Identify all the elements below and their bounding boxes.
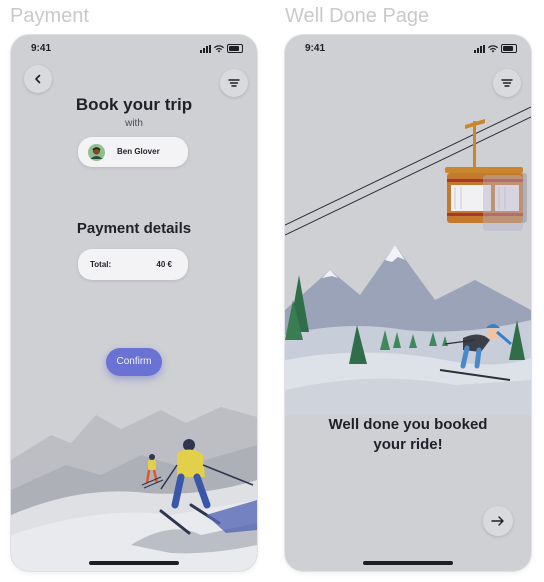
welldone-frame-title: Well Done Page <box>285 5 430 27</box>
welldone-screen: 9:41 Well done you booked your ride! <box>285 35 531 571</box>
filter-lines-icon <box>501 79 513 87</box>
instructor-name: Ben Glover <box>117 147 160 156</box>
total-label: Total: <box>90 260 112 269</box>
status-time: 9:41 <box>305 43 326 54</box>
home-indicator <box>363 561 453 565</box>
filter-button[interactable] <box>493 69 521 97</box>
avatar <box>88 144 105 161</box>
confirm-button[interactable]: Confirm <box>106 348 162 376</box>
payment-details-heading: Payment details <box>76 220 192 237</box>
success-message-line1: Well done you booked <box>328 416 488 433</box>
mountain-illustration <box>285 245 531 415</box>
ski-illustration <box>11 407 257 571</box>
total-card: Total: 40 € <box>78 249 188 280</box>
gondola-illustration <box>285 106 531 236</box>
total-value: 40 € <box>156 260 172 269</box>
signal-icon <box>474 44 485 53</box>
instructor-card[interactable]: Ben Glover <box>78 137 188 167</box>
next-button[interactable] <box>483 506 513 536</box>
signal-icon <box>200 44 211 53</box>
page-subtitle: with <box>125 118 143 129</box>
arrow-right-icon <box>491 516 504 526</box>
status-bar: 9:41 <box>11 43 257 57</box>
payment-screen: 9:41 Book your trip with Ben Glover Paym… <box>11 35 257 571</box>
status-bar: 9:41 <box>285 43 531 57</box>
battery-icon <box>227 44 243 53</box>
home-indicator <box>89 561 179 565</box>
filter-lines-icon <box>228 79 240 87</box>
success-message-line2: your ride! <box>373 436 443 453</box>
payment-frame-title: Payment <box>10 5 89 27</box>
wifi-icon <box>488 44 498 52</box>
battery-icon <box>501 44 517 53</box>
back-button[interactable] <box>24 65 52 93</box>
status-time: 9:41 <box>31 43 52 54</box>
wifi-icon <box>214 44 224 52</box>
page-title: Book your trip <box>75 95 193 114</box>
filter-button[interactable] <box>220 69 248 97</box>
chevron-left-icon <box>35 74 41 84</box>
